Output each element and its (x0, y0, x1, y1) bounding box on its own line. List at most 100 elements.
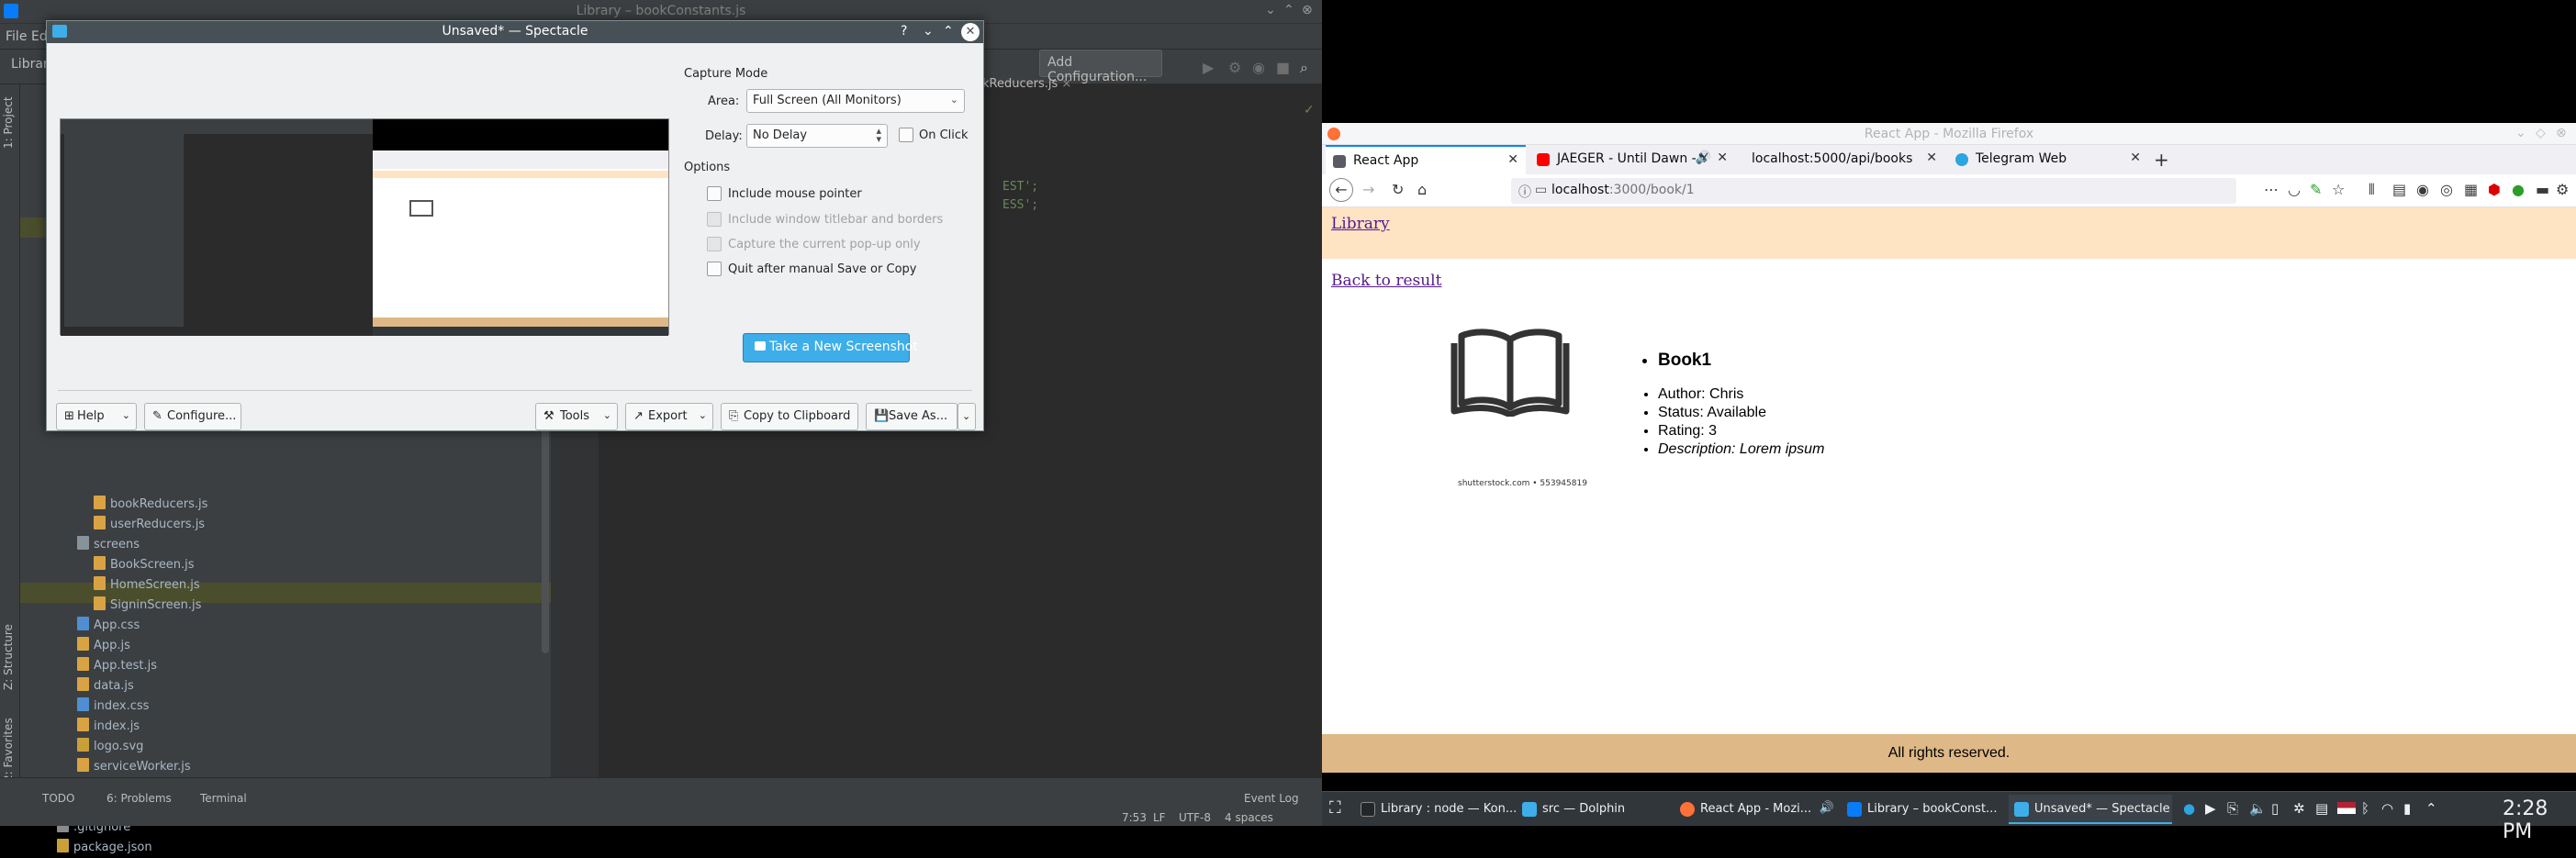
include-titlebar-checkbox[interactable] (707, 212, 722, 227)
tree-file[interactable]: App.test.js (77, 656, 157, 676)
side-tab-structure[interactable]: Z: Structure (2, 624, 15, 690)
bluetooth-icon[interactable]: ᛒ (2361, 800, 2369, 817)
coverage-icon[interactable]: ◉ (1252, 59, 1265, 76)
tree-file[interactable]: package.json (57, 838, 152, 858)
clipboard-tray-icon[interactable]: ⎘ (2227, 800, 2238, 817)
telegram-tray-icon[interactable]: ● (2183, 800, 2195, 817)
area-select[interactable]: Full Screen (All Monitors) ⌄ (746, 89, 965, 113)
battery-icon[interactable]: ▮ (2403, 800, 2411, 817)
minimize-icon[interactable]: ⌄ (923, 24, 934, 39)
home-icon[interactable]: ⌂ (1417, 181, 1427, 198)
delay-spinbox[interactable]: No Delay ▴ ▾ (746, 124, 888, 148)
add-configuration-button[interactable]: Add Configuration... (1039, 50, 1162, 84)
tab-api-books[interactable]: localhost:5000/api/books ✕ (1739, 145, 1944, 174)
problems-tab[interactable]: 6: Problems (106, 792, 172, 805)
close-icon[interactable]: ⊗ (1302, 3, 1313, 17)
pocket-icon[interactable]: ◡ (2288, 181, 2301, 198)
line-separator[interactable]: LF (1153, 811, 1166, 824)
copy-to-clipboard-button[interactable]: ⎘ Copy to Clipboard (721, 403, 858, 430)
tree-file[interactable]: userReducers.js (94, 515, 205, 535)
url-bar[interactable]: ⓘ ▭ localhost:3000/book/1 (1511, 178, 2236, 204)
task-spectacle[interactable]: Unsaved* — Spectacle (2009, 795, 2172, 824)
minimize-icon[interactable]: ⌄ (1265, 3, 1276, 17)
page-actions-icon[interactable]: ⋯ (2264, 181, 2279, 198)
tab-close-icon[interactable]: ✕ (2130, 150, 2141, 165)
tree-file[interactable]: data.js (77, 676, 134, 696)
wifi-icon[interactable]: ◠ (2381, 800, 2393, 817)
task-konsole[interactable]: Library : node — Kon... (1355, 795, 1517, 824)
tools-extension-icon[interactable]: ⚙ (2556, 181, 2569, 198)
save-as-button[interactable]: 💾 Save As... (866, 403, 958, 430)
tree-file[interactable]: BookScreen.js (94, 555, 195, 575)
adblock-icon[interactable]: ⬢ (2488, 181, 2501, 198)
dark-extension-icon[interactable]: ▬ (2536, 181, 2549, 198)
tab-close-icon[interactable]: ✕ (1507, 152, 1518, 167)
extension-icon[interactable]: ✎ (2310, 181, 2322, 198)
editor-tab[interactable]: kReducers.js × (982, 77, 1071, 91)
task-dolphin[interactable]: src — Dolphin (1517, 795, 1663, 824)
tree-file[interactable]: bookReducers.js (94, 495, 207, 515)
back-icon[interactable]: ← (1329, 178, 1353, 202)
minimize-icon[interactable]: ⌄ (2515, 126, 2526, 140)
save-as-menu-button[interactable]: ⌄ (958, 403, 976, 430)
green-extension-icon[interactable]: ● (2512, 181, 2525, 198)
maximize-icon[interactable]: ⌃ (943, 24, 954, 39)
tree-file[interactable]: index.js (77, 717, 140, 737)
tree-folder[interactable]: screens (77, 535, 140, 555)
search-icon[interactable]: ⌕ (1300, 59, 1308, 77)
tree-file[interactable]: App.css (77, 616, 140, 636)
forward-icon[interactable]: → (1362, 181, 1374, 198)
run-icon[interactable]: ▶ (1203, 59, 1214, 76)
tree-file[interactable]: HomeScreen.js (94, 575, 200, 596)
clock[interactable]: 2:28 PM (2503, 797, 2576, 843)
vpn-icon[interactable]: ◎ (2440, 181, 2453, 198)
kdeconnect-icon[interactable]: ✲ (2293, 800, 2305, 817)
account-icon[interactable]: ◉ (2416, 181, 2429, 198)
terminal-tab[interactable]: Terminal (200, 792, 247, 805)
todo-tab[interactable]: TODO (42, 792, 74, 805)
application-launcher-icon[interactable]: ⛶ (1329, 798, 1341, 818)
tab-close-icon[interactable]: ✕ (1926, 150, 1937, 165)
speaker-icon[interactable]: 🔊 (1696, 150, 1711, 165)
tools-button[interactable]: ⚒ Tools ⌄ (535, 403, 618, 430)
maximize-icon[interactable]: ⌃ (1283, 3, 1294, 17)
quit-after-save-checkbox[interactable] (707, 262, 722, 276)
task-webstorm[interactable]: Library – bookConst... (1842, 795, 2005, 824)
export-button[interactable]: ↗ Export ⌄ (625, 403, 713, 430)
tab-close-icon[interactable]: ✕ (1717, 150, 1728, 165)
take-new-screenshot-button[interactable]: Take a New Screenshot (743, 333, 918, 362)
tab-react-app[interactable]: React App ✕ (1326, 145, 1526, 174)
library-icon[interactable]: ⫴ (2369, 181, 2375, 199)
reload-icon[interactable]: ↻ (1392, 181, 1404, 198)
maximize-icon[interactable]: ◇ (2536, 126, 2546, 140)
speaker-icon[interactable]: 🔊 (1820, 801, 1834, 815)
tree-file[interactable]: serviceWorker.js (77, 757, 191, 777)
sidebar-icon[interactable]: ▤ (2392, 181, 2406, 198)
tab-jaeger[interactable]: JAEGER - Until Dawn - Y 🔊 ✕ (1529, 145, 1735, 174)
volume-icon[interactable]: 🔈 (2249, 800, 2267, 817)
editor-tab-close-icon[interactable]: × (1061, 77, 1071, 91)
capture-popup-checkbox[interactable] (707, 237, 722, 251)
side-tab-favorites[interactable]: 2: Favorites (2, 718, 15, 782)
stop-icon[interactable]: ■ (1276, 59, 1290, 76)
help-button[interactable]: ⊞ Help ⌄ (56, 403, 137, 430)
configure-button[interactable]: ✎ Configure... (144, 403, 241, 430)
menu-file[interactable]: File (6, 29, 27, 44)
media-player-icon[interactable]: ▶ (2205, 800, 2216, 817)
event-log-tab[interactable]: Event Log (1244, 792, 1299, 805)
tree-file[interactable]: index.css (77, 696, 149, 717)
close-icon[interactable]: ⊗ (2556, 126, 2567, 140)
close-icon[interactable]: ✕ (961, 23, 980, 41)
tree-file[interactable]: logo.svg (77, 737, 143, 757)
keyboard-layout-flag-icon[interactable] (2337, 802, 2356, 814)
indent-setting[interactable]: 4 spaces (1225, 811, 1273, 824)
help-icon[interactable]: ? (901, 24, 907, 39)
cursor-position[interactable]: 7:53 (1122, 811, 1147, 824)
library-link[interactable]: Library (1331, 215, 1390, 233)
on-click-checkbox[interactable] (899, 128, 913, 142)
tree-file[interactable]: App.js (77, 636, 130, 656)
info-icon[interactable]: ⓘ (1518, 183, 1531, 201)
screenshot-preview[interactable] (60, 118, 669, 336)
clipboard-icon[interactable]: ▤ (2315, 800, 2328, 817)
grid-icon[interactable]: ▦ (2464, 181, 2478, 198)
